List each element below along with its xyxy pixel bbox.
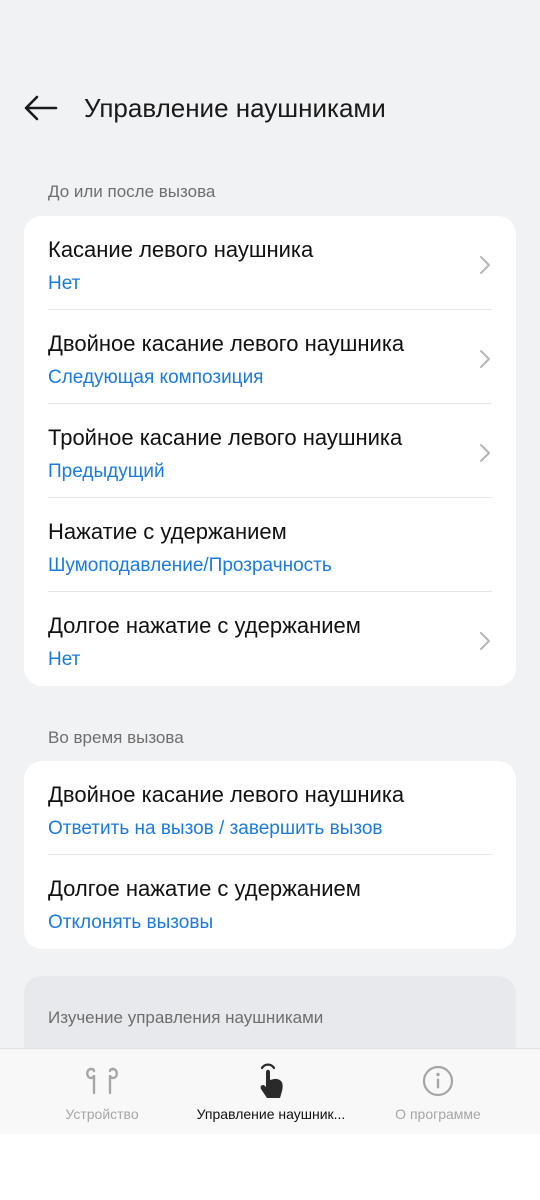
setting-label: Тройное касание левого наушника bbox=[48, 425, 403, 450]
setting-label: Двойное касание левого наушника bbox=[48, 331, 405, 356]
setting-value: Нет bbox=[48, 649, 81, 670]
setting-value: Шумоподавление/Прозрачность bbox=[48, 555, 332, 576]
chevron-right-icon bbox=[480, 444, 490, 462]
screen: Управление наушниками До или после вызов… bbox=[0, 0, 540, 1200]
setting-row-long-press-hold[interactable]: Долгое нажатие с удержанием Нет bbox=[24, 592, 516, 686]
page-title: Управление наушниками bbox=[84, 93, 386, 123]
bottom-nav: Устройство Управление наушник... О прогр… bbox=[0, 1048, 540, 1134]
learn-controls-label: Изучение управления наушниками bbox=[48, 1008, 324, 1027]
info-icon bbox=[420, 1063, 456, 1099]
setting-label: Касание левого наушника bbox=[48, 237, 314, 262]
back-button[interactable] bbox=[20, 90, 62, 126]
chevron-right-icon bbox=[480, 256, 490, 274]
nav-label: Управление наушник... bbox=[196, 1106, 346, 1122]
arrow-left-icon bbox=[24, 95, 58, 121]
card-during-call: Двойное касание левого наушника Ответить… bbox=[24, 761, 516, 949]
setting-value: Нет bbox=[48, 273, 81, 294]
setting-value: Предыдущий bbox=[48, 461, 165, 482]
nav-label: О программе bbox=[395, 1106, 481, 1122]
nav-tab-device[interactable]: Устройство bbox=[52, 1049, 152, 1135]
setting-value: Ответить на вызов / завершить вызов bbox=[48, 818, 383, 839]
setting-row-left-triple-tap[interactable]: Тройное касание левого наушника Предыдущ… bbox=[24, 404, 516, 498]
setting-label: Нажатие с удержанием bbox=[48, 519, 287, 544]
setting-value: Отклонять вызовы bbox=[48, 912, 214, 933]
chevron-right-icon bbox=[480, 632, 490, 650]
setting-label: Долгое нажатие с удержанием bbox=[48, 876, 361, 901]
nav-tab-about[interactable]: О программе bbox=[386, 1049, 490, 1135]
section-label-during-call: Во время вызова bbox=[48, 728, 184, 747]
nav-label: Устройство bbox=[65, 1106, 139, 1122]
setting-row-left-double-tap[interactable]: Двойное касание левого наушника Следующа… bbox=[24, 310, 516, 404]
card-before-after-call: Касание левого наушника Нет Двойное каса… bbox=[24, 216, 516, 686]
setting-row-press-hold[interactable]: Нажатие с удержанием Шумоподавление/Проз… bbox=[24, 498, 516, 592]
chevron-right-icon bbox=[480, 350, 490, 368]
setting-row-call-long-press[interactable]: Долгое нажатие с удержанием Отклонять вы… bbox=[24, 855, 516, 949]
setting-label: Долгое нажатие с удержанием bbox=[48, 613, 361, 638]
touch-hand-icon bbox=[253, 1063, 289, 1099]
setting-value: Следующая композиция bbox=[48, 367, 264, 388]
nav-tab-controls[interactable]: Управление наушник... bbox=[188, 1049, 354, 1135]
setting-row-left-tap[interactable]: Касание левого наушника Нет bbox=[24, 216, 516, 310]
header: Управление наушниками bbox=[0, 76, 540, 140]
section-label-before-after-call: До или после вызова bbox=[48, 182, 216, 201]
system-bar-area bbox=[0, 1134, 540, 1200]
setting-row-call-double-tap[interactable]: Двойное касание левого наушника Ответить… bbox=[24, 761, 516, 855]
setting-label: Двойное касание левого наушника bbox=[48, 782, 405, 807]
earbuds-icon bbox=[84, 1063, 120, 1099]
